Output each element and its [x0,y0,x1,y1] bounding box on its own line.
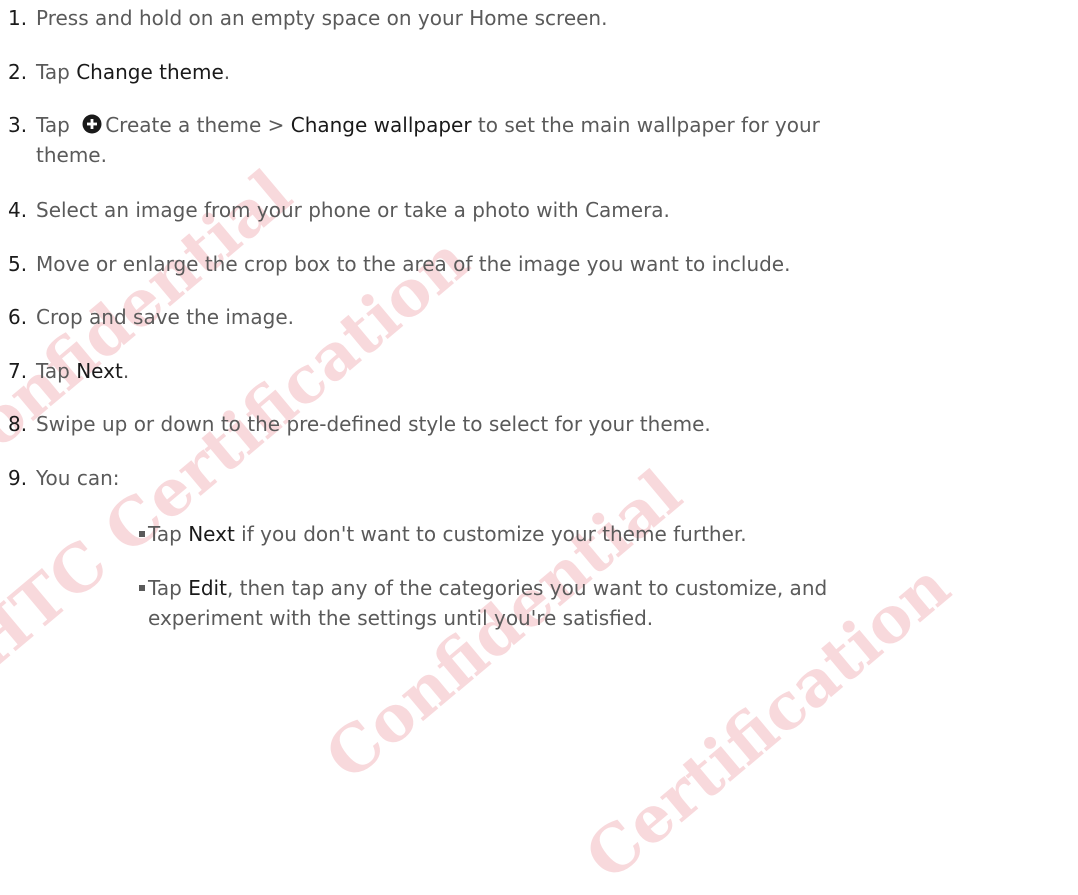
button-name-next: Next [76,359,123,383]
step-2: 2. Tap Change theme. [8,57,1068,87]
step-text-suffix: . [122,359,130,383]
menu-option-change-theme: Change theme [76,60,224,84]
step-text-suffix: to set the main wallpaper for your [471,113,820,137]
bullet-text-prefix: Tap [148,576,189,600]
bullet-item-edit: Tap Edit, then tap any of the categories… [139,573,1048,633]
step-text-mid: Create a theme > [105,113,291,137]
step-text-suffix: . [223,60,231,84]
button-name-edit: Edit [188,576,227,600]
plus-circle-icon [82,114,102,134]
step-number: 3. [8,113,28,137]
step-text-continuation: theme. [36,143,107,167]
step-number: 1. [8,6,28,30]
step-7: 7. Tap Next. [8,356,1068,386]
step-6: 6. Crop and save the image. [8,302,1068,332]
step-number: 4. [8,198,28,222]
step-text-prefix: Tap [36,359,77,383]
step-number: 8. [8,412,28,436]
step-text-prefix: Tap [36,60,77,84]
bullet-text-continuation: experiment with the settings until you'r… [148,606,654,630]
step-number: 5. [8,252,28,276]
step-text: Press and hold on an empty space on your… [36,6,608,30]
step-5: 5. Move or enlarge the crop box to the ar… [8,249,1068,279]
bullet-text-suffix: , then tap any of the categories you wan… [226,576,828,600]
step-8: 8. Swipe up or down to the pre-defined st… [8,409,1068,439]
step-3: 3. Tap Create a theme > Change wallpaper … [8,110,1068,170]
step-number: 2. [8,60,28,84]
step-text: Select an image from your phone or take … [36,198,670,222]
step-4: 4. Select an image from your phone or tak… [8,195,1068,225]
step-number: 6. [8,305,28,329]
step-text: Crop and save the image. [36,305,295,329]
menu-option-change-wallpaper: Change wallpaper [290,113,472,137]
bullet-item-next: Tap Next if you don't want to customize … [139,519,1048,549]
step-text-prefix: Tap [36,113,77,137]
step-1: 1. Press and hold on an empty space on yo… [8,3,1068,33]
bullet-marker [139,585,145,591]
bullet-marker [139,531,145,537]
button-name-next: Next [188,522,235,546]
bullet-text-suffix: if you don't want to customize your them… [234,522,747,546]
step-number: 7. [8,359,28,383]
step-number: 9. [8,466,28,490]
step-9: 9. You can: [8,463,1068,493]
step-text: You can: [36,466,120,490]
bullet-text-prefix: Tap [148,522,189,546]
step-text: Move or enlarge the crop box to the area… [36,252,791,276]
step-text: Swipe up or down to the pre-defined styl… [36,412,711,436]
